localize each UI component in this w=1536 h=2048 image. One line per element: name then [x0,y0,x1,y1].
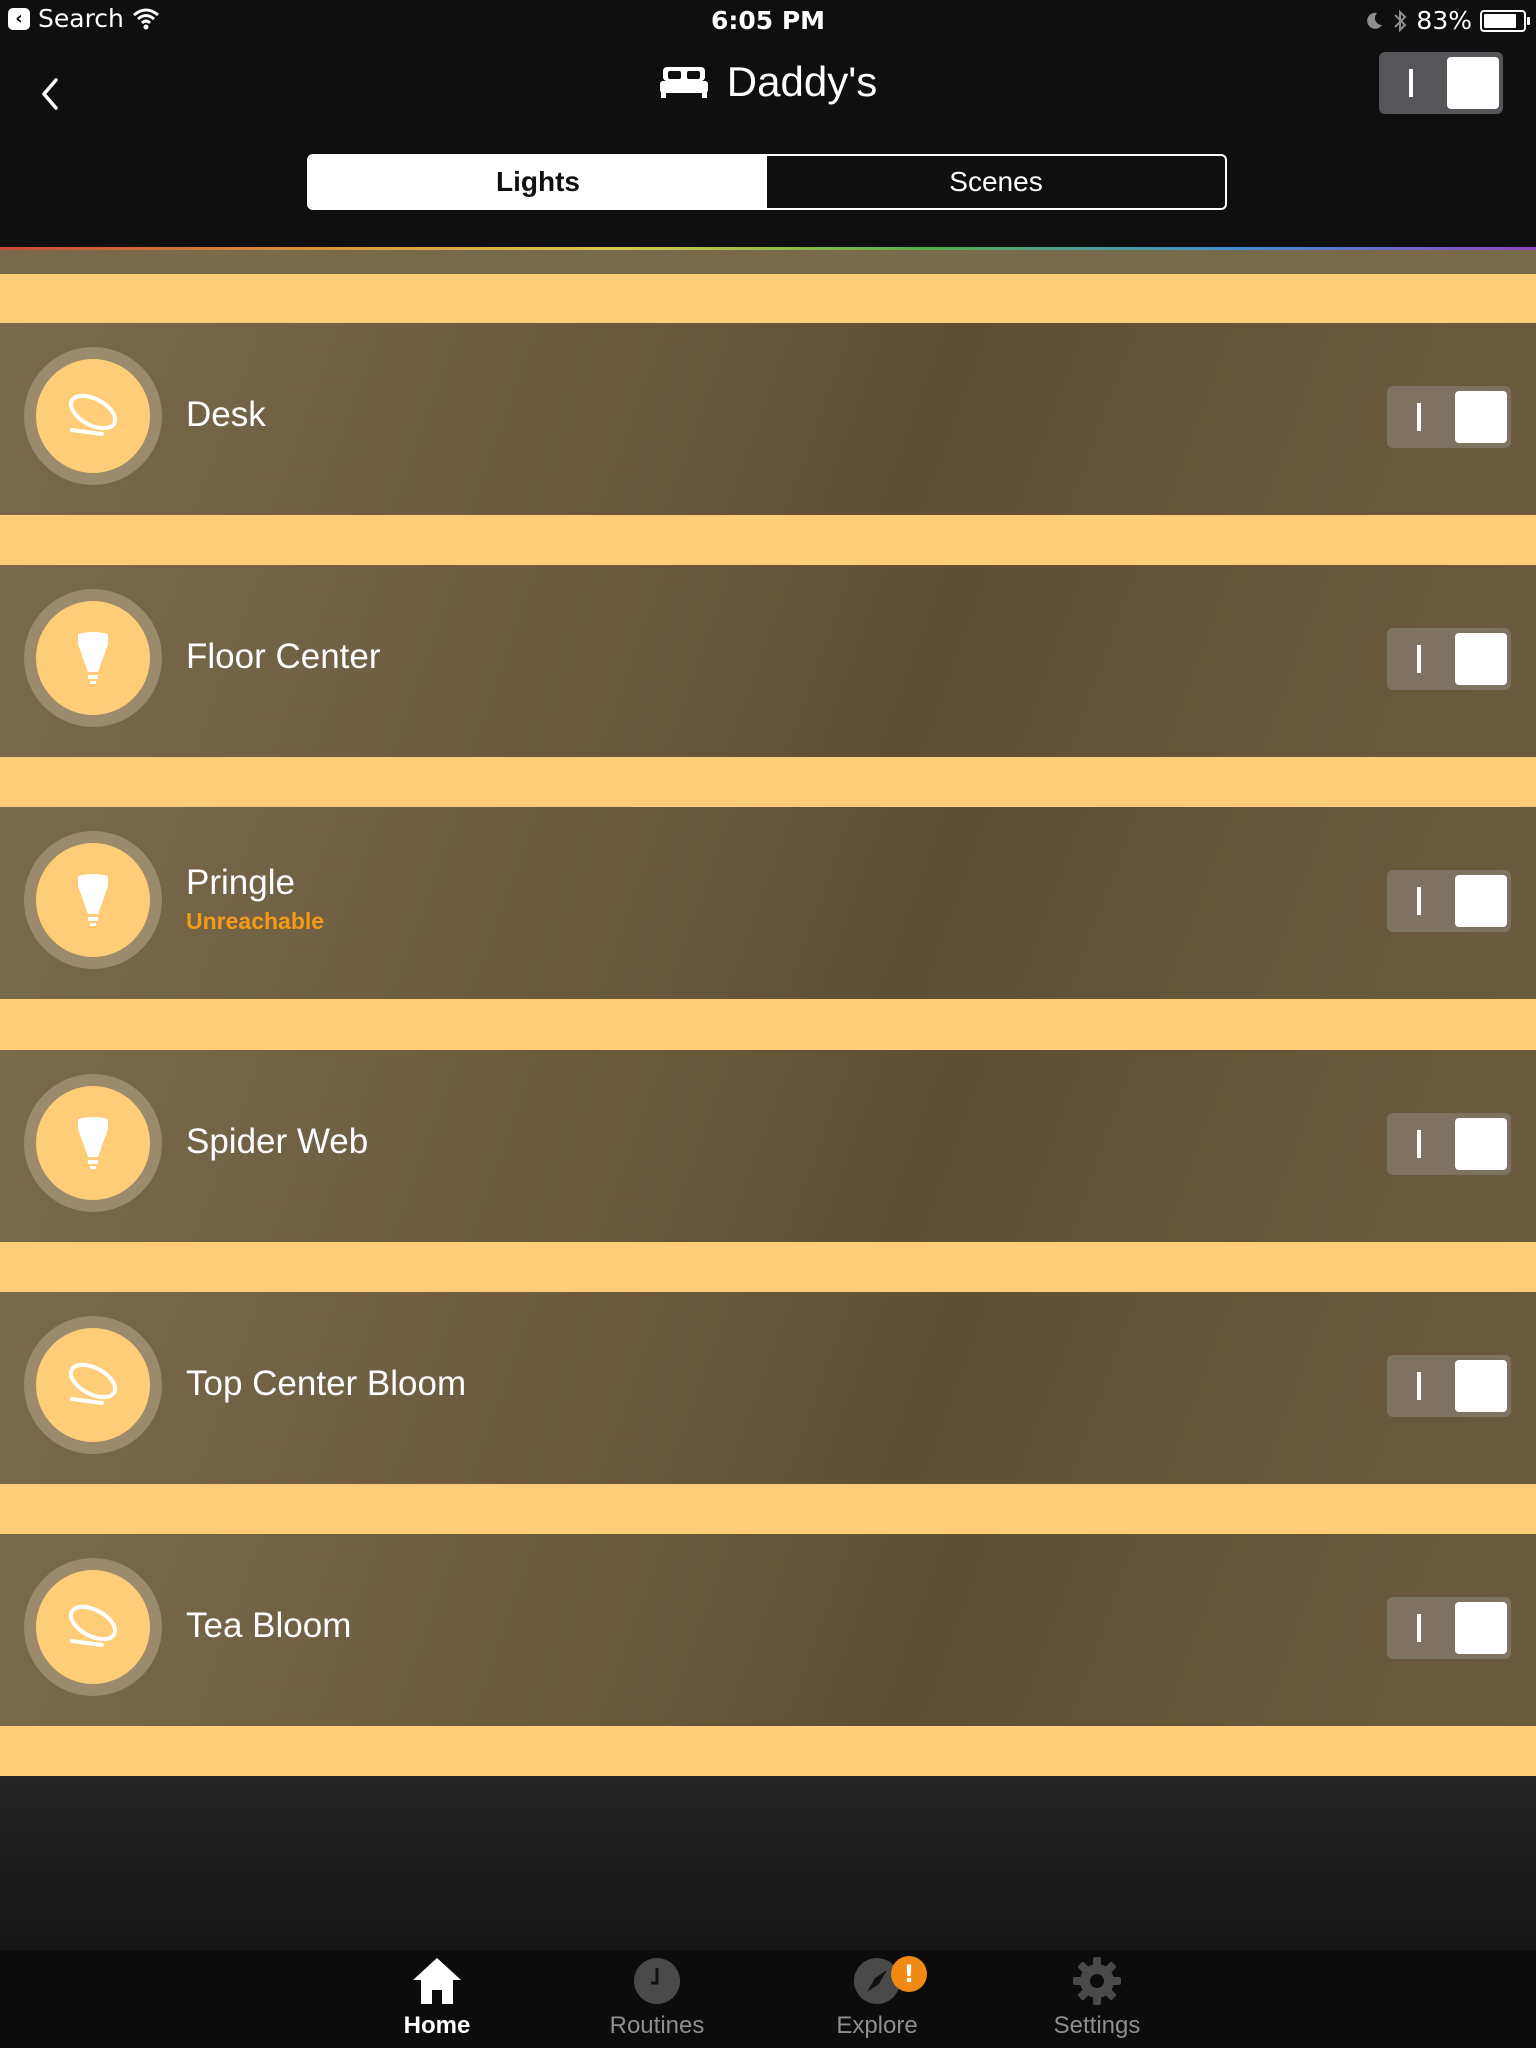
light-row[interactable]: Top Center Bloom [0,1292,1536,1484]
light-name: Tea Bloom [186,1606,352,1645]
light-toggle[interactable] [1387,628,1511,690]
tab-routines[interactable]: Routines [577,1956,737,2040]
bloom-lamp-icon[interactable] [24,1316,162,1454]
clock-icon [634,1958,680,2004]
tab-bar: Home Routines ! Explore Settings [0,1950,1536,2048]
status-right: 83% [1364,6,1530,35]
light-name: Desk [186,395,266,434]
light-name: Top Center Bloom [186,1364,467,1403]
tab-settings[interactable]: Settings [1017,1956,1177,2040]
bulb-icon[interactable] [24,589,162,727]
bulb-icon[interactable] [24,831,162,969]
list-top-band [0,250,1536,274]
gear-icon [1073,1957,1121,2005]
light-status: Unreachable [186,908,325,934]
light-name: Spider Web [186,1122,369,1161]
light-name: Floor Center [186,637,381,676]
bulb-icon[interactable] [24,1074,162,1212]
light-name: Pringle [186,863,295,902]
home-icon [413,1958,461,2004]
light-toggle[interactable] [1387,1355,1511,1417]
tab-explore-label: Explore [836,2012,918,2039]
page-title-wrap: Daddy's [0,58,1536,106]
tab-home[interactable]: Home [357,1956,517,2040]
bed-icon [659,67,708,98]
view-segmented-control: Lights Scenes [307,154,1227,210]
page-title: Daddy's [726,58,878,105]
light-toggle[interactable] [1387,1597,1511,1659]
tab-home-label: Home [403,2012,471,2039]
tab-scenes[interactable]: Scenes [767,156,1225,208]
battery-percent: 83% [1416,6,1472,35]
light-toggle[interactable] [1387,386,1511,448]
light-row[interactable]: Pringle Unreachable [0,807,1536,999]
light-row[interactable]: Floor Center [0,565,1536,757]
room-power-toggle[interactable] [1379,52,1503,114]
light-row[interactable]: Desk [0,323,1536,515]
light-toggle[interactable] [1387,870,1511,932]
tab-routines-label: Routines [609,2012,705,2039]
tab-settings-label: Settings [1053,2012,1141,2039]
nav-bar: Daddy's Lights Scenes [0,40,1536,248]
bloom-lamp-icon[interactable] [24,347,162,485]
light-row[interactable]: Tea Bloom [0,1534,1536,1726]
bloom-lamp-icon[interactable] [24,1558,162,1696]
light-row[interactable]: Spider Web [0,1050,1536,1242]
tab-explore[interactable]: ! Explore [797,1956,957,2040]
lights-list: Desk Floor Center Pringle Unreachable Sp… [0,250,1536,1776]
status-time: 6:05 PM [710,6,826,35]
bluetooth-icon [1394,9,1407,32]
light-toggle[interactable] [1387,1113,1511,1175]
moon-icon [1367,12,1383,29]
explore-badge: ! [891,1956,927,1992]
empty-area [0,1776,1536,1950]
battery-icon [1480,9,1530,32]
status-bar: ‹ Search 6:05 PM 83% [0,0,1536,40]
tab-lights[interactable]: Lights [309,156,767,208]
